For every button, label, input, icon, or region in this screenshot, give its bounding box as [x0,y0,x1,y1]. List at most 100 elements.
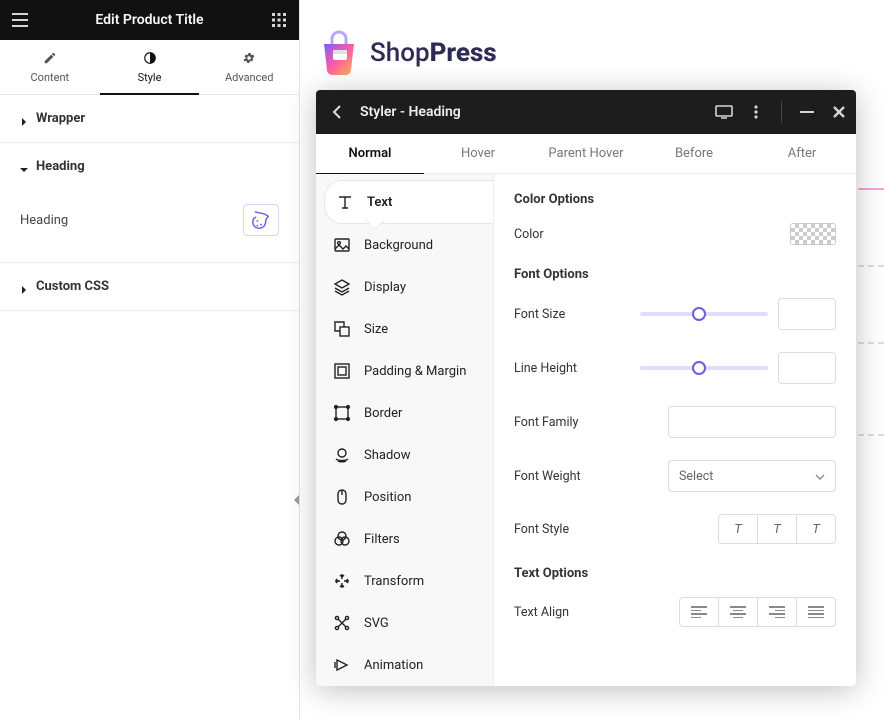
cat-animation[interactable]: Animation [316,644,493,686]
cat-label: Border [364,406,402,421]
label-text-align: Text Align [514,605,569,620]
btn-glyph: T [773,522,781,537]
open-styler-button[interactable] [243,204,279,236]
font-style-oblique[interactable]: T [796,514,836,544]
chevron-down-icon [815,469,825,484]
align-right-button[interactable] [757,597,797,627]
font-size-input[interactable] [778,298,836,330]
label-font-size: Font Size [514,307,565,322]
align-left-button[interactable] [679,597,719,627]
cat-border[interactable]: Border [316,392,493,434]
cat-transform[interactable]: Transform [316,560,493,602]
label-font-family: Font Family [514,415,578,430]
section-wrapper-header[interactable]: Wrapper [0,95,299,142]
apps-grid-icon[interactable] [269,10,289,30]
styler-title: Styler - Heading [360,104,705,120]
back-button[interactable] [322,98,350,126]
font-size-slider[interactable] [640,312,768,316]
text-align-group [679,597,836,627]
align-center-button[interactable] [718,597,758,627]
btn-glyph: T [812,522,820,537]
cat-text[interactable]: Text [324,180,493,224]
panel-title: Edit Product Title [95,12,203,28]
properties-panel: Color Options Color Font Options Font Si… [494,174,856,686]
shadow-icon [332,445,352,465]
cat-label: Shadow [364,448,410,463]
caret-right-icon [20,283,28,291]
tab-advanced[interactable]: Advanced [199,40,299,94]
state-label: Before [675,146,713,161]
slider-thumb[interactable] [692,307,706,321]
section-label: Heading [36,159,85,174]
font-style-normal[interactable]: T [718,514,758,544]
align-center-icon [730,606,746,618]
responsive-icon[interactable] [715,103,733,121]
line-height-slider[interactable] [640,366,768,370]
state-label: Hover [461,146,495,161]
heading-row: Heading [20,198,279,242]
cat-label: Padding & Margin [364,364,466,379]
cat-label: SVG [364,616,389,631]
tab-label: Advanced [225,71,273,84]
align-justify-button[interactable] [796,597,836,627]
align-justify-icon [808,606,824,618]
align-right-icon [769,606,785,618]
section-heading: Heading Heading [0,143,299,263]
cat-shadow[interactable]: Shadow [316,434,493,476]
state-tab-before[interactable]: Before [640,134,748,173]
color-picker[interactable] [790,223,836,245]
section-heading-header[interactable]: Heading [0,143,299,190]
more-icon[interactable] [747,103,765,121]
tab-content[interactable]: Content [0,40,100,94]
gear-icon [242,50,256,66]
menu-icon[interactable] [10,10,30,30]
cat-position[interactable]: Position [316,476,493,518]
styler-header: Styler - Heading [316,90,856,134]
shoppress-logo-icon [318,30,360,76]
state-tab-normal[interactable]: Normal [316,134,424,174]
section-custom-css: Custom CSS [0,263,299,311]
editor-tabs: Content Style Advanced [0,40,299,95]
styler-popup: Styler - Heading Normal Hover Parent Hov… [316,90,856,686]
cat-label: Transform [364,574,424,589]
slider-thumb[interactable] [692,361,706,375]
image-icon [332,235,352,255]
cat-label: Background [364,238,433,253]
tab-style[interactable]: Style [100,40,200,95]
section-custom-css-header[interactable]: Custom CSS [0,263,299,310]
font-weight-select[interactable]: Select [668,460,836,492]
cat-label: Size [364,322,388,337]
group-color-options: Color Options [514,192,836,207]
state-tab-after[interactable]: After [748,134,856,173]
cat-background[interactable]: Background [316,224,493,266]
cat-filters[interactable]: Filters [316,518,493,560]
placeholder-line [858,265,884,267]
transform-icon [332,571,352,591]
font-family-input[interactable] [668,406,836,438]
line-height-input[interactable] [778,352,836,384]
editor-panel: Edit Product Title Content Style [0,0,300,720]
cat-svg[interactable]: SVG [316,602,493,644]
close-button[interactable] [830,103,848,121]
font-style-group: T T T [718,514,836,544]
cat-label: Position [364,490,411,505]
font-style-italic[interactable]: T [757,514,797,544]
section-label: Wrapper [36,111,85,126]
state-label: Normal [349,146,392,161]
cat-padding-margin[interactable]: Padding & Margin [316,350,493,392]
state-tab-parent-hover[interactable]: Parent Hover [532,134,640,173]
placeholder-line [858,434,884,436]
group-text-options: Text Options [514,566,836,581]
align-left-icon [691,606,707,618]
cat-label: Filters [364,532,400,547]
animation-icon [332,655,352,675]
cat-label: Display [364,280,406,295]
cat-display[interactable]: Display [316,266,493,308]
size-icon [332,319,352,339]
minimize-button[interactable] [798,103,816,121]
border-icon [332,403,352,423]
cat-size[interactable]: Size [316,308,493,350]
caret-down-icon [20,163,28,171]
state-tab-hover[interactable]: Hover [424,134,532,173]
label-font-style: Font Style [514,522,569,537]
